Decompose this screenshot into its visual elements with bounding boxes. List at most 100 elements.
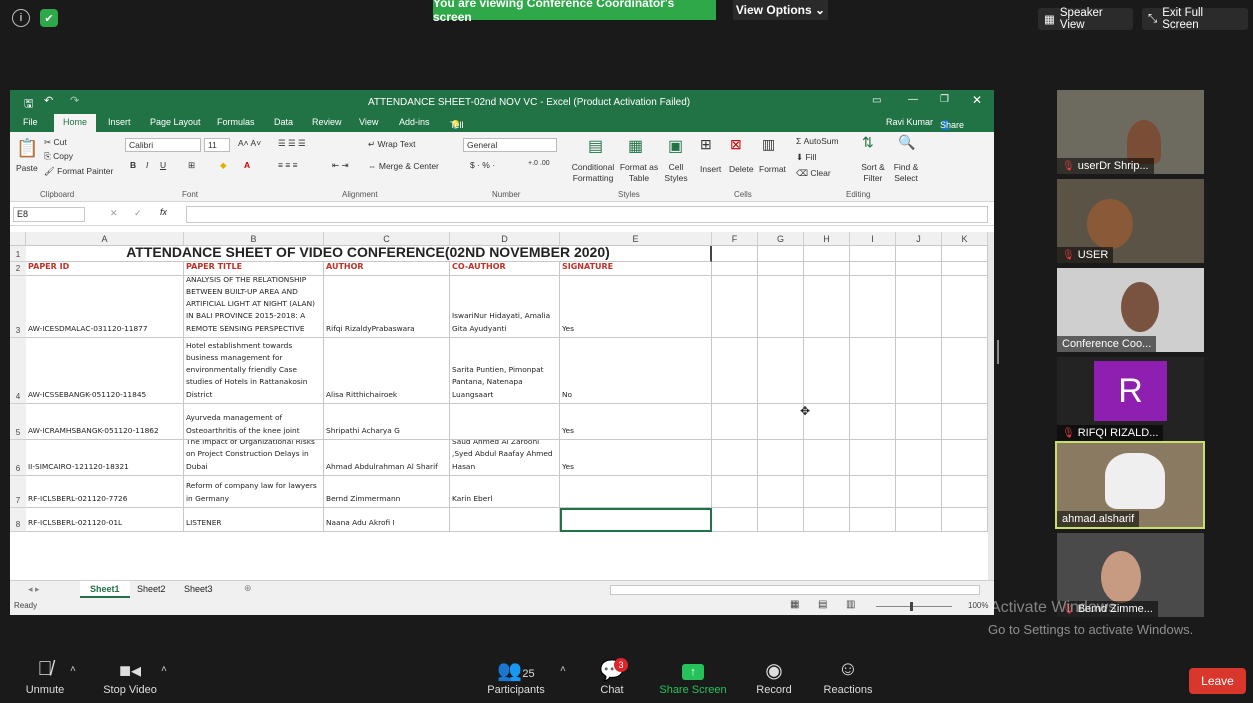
autosum-button[interactable]: Σ AutoSum: [796, 136, 839, 146]
row-header[interactable]: 1: [10, 246, 26, 262]
copy-button[interactable]: ⎘ Copy: [44, 151, 73, 162]
format-painter-button[interactable]: 🖌 Format Painter: [44, 166, 113, 177]
tab-data[interactable]: Data: [274, 117, 293, 127]
reactions-button[interactable]: ☺ Reactions: [820, 658, 876, 696]
cell[interactable]: [942, 404, 988, 440]
tab-file[interactable]: File: [23, 117, 38, 127]
data-cell[interactable]: AW-ICSSEBANGK-051120-11845: [26, 338, 184, 404]
cell[interactable]: [850, 404, 896, 440]
cell[interactable]: [942, 338, 988, 404]
select-all-corner[interactable]: [10, 232, 26, 246]
wrap-text-button[interactable]: ↵ Wrap Text: [368, 139, 415, 150]
audio-options-chevron-icon[interactable]: ˄: [70, 664, 76, 675]
column-header[interactable]: B: [184, 232, 324, 246]
fill-color-icon[interactable]: ◆: [220, 160, 227, 171]
cell-styles-button[interactable]: Cell Styles: [660, 162, 692, 184]
participants-chevron-icon[interactable]: ˄: [560, 664, 566, 675]
bold-icon[interactable]: B: [130, 160, 136, 170]
sheet-tab-1[interactable]: Sheet1: [80, 581, 130, 598]
delete-button[interactable]: Delete: [729, 164, 754, 174]
row-header[interactable]: 3: [10, 276, 26, 338]
data-cell[interactable]: Naana Adu Akrofi I: [324, 508, 450, 532]
delete-cells-icon[interactable]: ⊠: [730, 136, 742, 153]
conditional-formatting-icon[interactable]: ▤: [588, 136, 603, 156]
row-header[interactable]: 2: [10, 262, 26, 276]
save-icon[interactable]: 🖫: [24, 95, 33, 114]
normal-view-icon[interactable]: ▦: [790, 599, 799, 610]
underline-icon[interactable]: U: [160, 160, 166, 170]
cut-button[interactable]: ✂ Cut: [44, 137, 67, 148]
cell[interactable]: [896, 276, 942, 338]
cell[interactable]: [712, 440, 758, 476]
column-header[interactable]: D: [450, 232, 560, 246]
cell[interactable]: [712, 404, 758, 440]
data-cell[interactable]: [560, 508, 712, 532]
font-name-select[interactable]: Calibri: [125, 138, 201, 152]
horizontal-scrollbar[interactable]: [610, 585, 980, 595]
data-cell[interactable]: [450, 404, 560, 440]
view-options-button[interactable]: View Options ⌄: [733, 0, 828, 20]
data-cell[interactable]: Yes: [560, 276, 712, 338]
data-cell[interactable]: Saud Ahmed Al Zarooni ,Syed Abdul Raafay…: [450, 440, 560, 476]
cell[interactable]: [942, 440, 988, 476]
data-cell[interactable]: AW-ICRAMHSBANGK-051120-11862: [26, 404, 184, 440]
paste-button[interactable]: Paste: [16, 163, 38, 173]
data-cell[interactable]: Ahmad Abdulrahman Al Sharif: [324, 440, 450, 476]
cancel-icon[interactable]: ✕: [110, 208, 118, 219]
stop-video-button[interactable]: ■◂ Stop Video: [100, 658, 160, 696]
fill-button[interactable]: ⬇ Fill: [796, 152, 816, 163]
column-header[interactable]: G: [758, 232, 804, 246]
data-cell[interactable]: Bernd Zimmermann: [324, 476, 450, 508]
page-break-icon[interactable]: ▥: [846, 599, 855, 610]
format-button[interactable]: Format: [759, 164, 786, 174]
italic-icon[interactable]: I: [146, 160, 148, 170]
cell[interactable]: [712, 276, 758, 338]
participants-button[interactable]: 👥25 Participants: [484, 658, 548, 696]
function-icon[interactable]: fx: [160, 207, 167, 217]
close-icon[interactable]: ✕: [972, 93, 982, 107]
header-cell[interactable]: AUTHOR: [324, 262, 450, 276]
cell[interactable]: [758, 404, 804, 440]
record-button[interactable]: ◉ Record: [754, 658, 794, 696]
cell[interactable]: [850, 338, 896, 404]
page-layout-icon[interactable]: ▤: [818, 599, 827, 610]
cell[interactable]: [758, 276, 804, 338]
header-cell[interactable]: SIGNATURE: [560, 262, 712, 276]
cell[interactable]: [758, 440, 804, 476]
merge-center-button[interactable]: ⇔ Merge & Center: [368, 161, 439, 171]
sheet-nav-icon[interactable]: ◂ ▸: [28, 584, 40, 595]
header-cell[interactable]: PAPER TITLE: [184, 262, 324, 276]
cell[interactable]: [942, 508, 988, 532]
participant-tile-4[interactable]: R 🎙 RIFQI RIZALD...: [1057, 357, 1204, 441]
cell[interactable]: [896, 476, 942, 508]
redo-icon[interactable]: ↷: [70, 94, 79, 107]
cell-styles-icon[interactable]: ▣: [668, 136, 683, 156]
data-cell[interactable]: [560, 476, 712, 508]
data-cell[interactable]: Alisa Ritthichairoek: [324, 338, 450, 404]
cell[interactable]: [758, 262, 804, 276]
ribbon-display-icon[interactable]: ▭: [872, 95, 881, 106]
cell[interactable]: [896, 440, 942, 476]
data-cell[interactable]: RF-ICLSBERL-021120-01L: [26, 508, 184, 532]
cell[interactable]: [942, 262, 988, 276]
paste-icon[interactable]: 📋: [16, 138, 38, 159]
vertical-scrollbar[interactable]: [988, 232, 994, 580]
find-select-icon[interactable]: 🔍: [898, 134, 915, 151]
data-cell[interactable]: LISTENER: [184, 508, 324, 532]
font-grow-icon[interactable]: A˄ A˅: [238, 138, 261, 148]
speaker-view-button[interactable]: ▦ Speaker View: [1038, 7, 1133, 31]
format-as-table-button[interactable]: Format as Table: [619, 162, 659, 184]
font-size-select[interactable]: 11: [204, 138, 230, 152]
clear-button[interactable]: ⌫ Clear: [796, 168, 831, 179]
tab-view[interactable]: View: [359, 117, 378, 127]
column-header[interactable]: H: [804, 232, 850, 246]
sheet-title-cell[interactable]: ATTENDANCE SHEET OF VIDEO CONFERENCE(02N…: [26, 246, 712, 262]
cell[interactable]: [804, 476, 850, 508]
tab-home[interactable]: Home: [54, 114, 97, 132]
tab-review[interactable]: Review: [312, 117, 342, 127]
tab-page-layout[interactable]: Page Layout: [150, 117, 201, 127]
cell[interactable]: [804, 508, 850, 532]
cell[interactable]: [942, 476, 988, 508]
border-icon[interactable]: ⊞: [188, 160, 195, 171]
zoom-slider[interactable]: [876, 606, 952, 607]
